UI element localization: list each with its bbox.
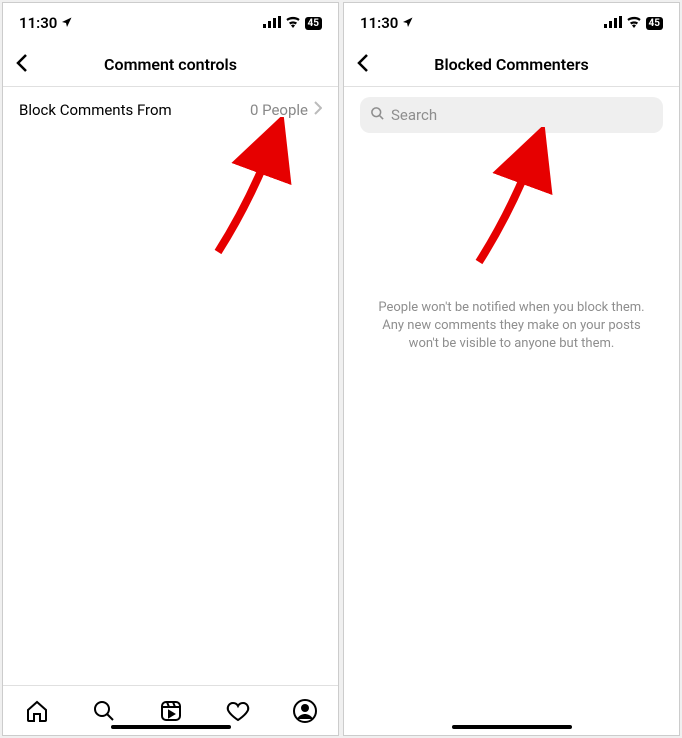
home-indicator[interactable] [111, 725, 231, 729]
content-area: Search People won't be notified when you… [344, 87, 679, 735]
row-value: 0 People [250, 101, 308, 119]
annotation-arrow [464, 127, 554, 267]
wifi-icon [626, 14, 642, 32]
location-icon [402, 14, 414, 32]
wifi-icon [285, 14, 301, 32]
search-input[interactable]: Search [360, 97, 663, 133]
reels-tab-icon[interactable] [159, 699, 183, 723]
status-bar: 11:30 45 [3, 3, 338, 43]
phone-screen-blocked-commenters: 11:30 45 Blocked Commenters Search [343, 2, 680, 736]
phone-screen-comment-controls: 11:30 45 Comment controls Block Comments… [2, 2, 339, 736]
home-indicator[interactable] [452, 725, 572, 729]
page-title: Comment controls [104, 55, 237, 74]
location-icon [61, 14, 73, 32]
signal-icon [604, 14, 622, 32]
block-comments-from-row[interactable]: Block Comments From 0 People [3, 87, 338, 133]
status-time: 11:30 [360, 14, 398, 32]
back-button[interactable] [356, 53, 370, 77]
battery-badge: 45 [646, 17, 663, 30]
annotation-arrow [203, 117, 293, 257]
battery-badge: 45 [305, 17, 322, 30]
chevron-right-icon [314, 101, 322, 119]
home-tab-icon[interactable] [25, 699, 49, 723]
search-icon [370, 106, 385, 125]
status-time: 11:30 [19, 14, 57, 32]
row-label: Block Comments From [19, 101, 172, 119]
search-tab-icon[interactable] [92, 699, 116, 723]
status-bar: 11:30 45 [344, 3, 679, 43]
content-area: Block Comments From 0 People [3, 87, 338, 685]
nav-header: Comment controls [3, 43, 338, 87]
signal-icon [263, 14, 281, 32]
page-title: Blocked Commenters [434, 55, 588, 74]
nav-header: Blocked Commenters [344, 43, 679, 87]
activity-tab-icon[interactable] [226, 699, 250, 723]
back-button[interactable] [15, 53, 29, 77]
info-text: People won't be notified when you block … [344, 299, 679, 354]
search-placeholder: Search [391, 106, 437, 124]
profile-tab-icon[interactable] [293, 699, 317, 723]
